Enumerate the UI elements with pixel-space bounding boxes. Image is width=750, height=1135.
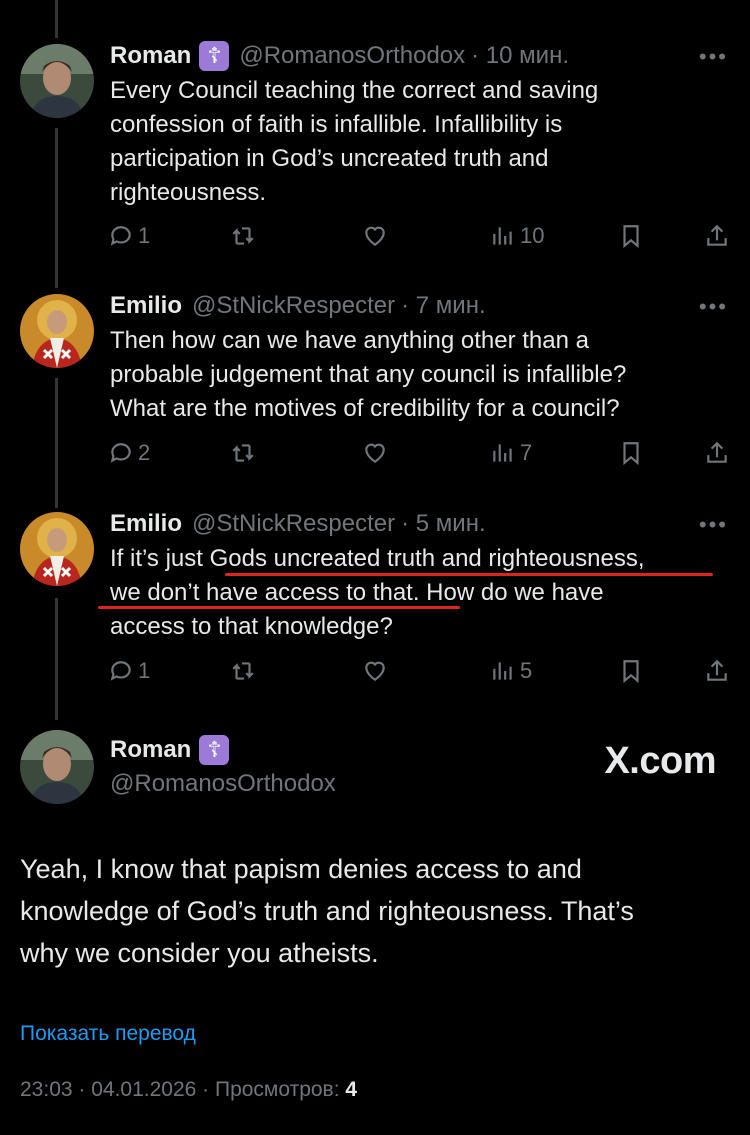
share-icon xyxy=(707,659,727,681)
share-button[interactable] xyxy=(704,440,730,466)
like-icon xyxy=(365,443,385,463)
text-line: we don’t have access to that. How do we … xyxy=(110,579,604,606)
views-count: 4 xyxy=(345,1078,358,1101)
author-name[interactable]: Roman xyxy=(110,736,191,764)
tweet-meta: 23:03 · 04.01.2026 · Просмотров: 4 xyxy=(20,1078,357,1102)
views-count: 5 xyxy=(520,658,533,683)
author-handle[interactable]: @StNickRespecter xyxy=(192,292,395,320)
retweet-icon xyxy=(232,662,254,680)
reply-button[interactable]: 1 xyxy=(108,658,150,684)
tweet[interactable]: Roman ☦ @RomanosOrthodox · 10 мин. ••• E… xyxy=(0,40,750,280)
text-line: why we consider you atheists. xyxy=(20,938,379,968)
thread-line xyxy=(55,0,58,38)
avatar[interactable] xyxy=(20,44,94,118)
retweet-button[interactable] xyxy=(230,658,256,684)
retweet-icon xyxy=(232,444,254,462)
tweet-actions: 1 10 xyxy=(108,223,730,255)
tweet-actions: 2 7 xyxy=(108,440,730,472)
like-button[interactable] xyxy=(362,658,388,684)
author-handle[interactable]: @RomanosOrthodox xyxy=(239,42,465,70)
tweet-time[interactable]: · 5 мин. xyxy=(401,510,486,538)
author-name[interactable]: Emilio xyxy=(110,510,182,538)
retweet-button[interactable] xyxy=(230,223,256,249)
views-icon xyxy=(493,227,512,245)
views-button[interactable]: 10 xyxy=(490,223,544,249)
avatar[interactable] xyxy=(20,294,94,368)
author-handle[interactable]: @RomanosOrthodox xyxy=(110,770,336,798)
text-line: knowledge of God’s truth and righteousne… xyxy=(20,896,634,926)
reply-button[interactable]: 2 xyxy=(108,440,150,466)
tweet-text: If it’s just Gods uncreated truth and ri… xyxy=(110,542,730,644)
xcom-watermark: X.com xyxy=(604,740,716,782)
share-button[interactable] xyxy=(704,223,730,249)
bookmark-button[interactable] xyxy=(618,658,644,684)
reply-count: 1 xyxy=(138,223,151,248)
reply-icon xyxy=(110,443,131,463)
text-line: righteousness. xyxy=(110,179,267,206)
avatar[interactable] xyxy=(20,730,94,804)
views-icon xyxy=(493,662,512,680)
author-name[interactable]: Roman xyxy=(110,42,191,70)
show-translation-link[interactable]: Показать перевод xyxy=(20,1022,196,1046)
reply-icon xyxy=(110,226,131,246)
tweet[interactable]: Emilio @StNickRespecter · 5 мин. ••• If … xyxy=(0,508,750,708)
retweet-icon xyxy=(232,227,254,245)
more-icon[interactable]: ••• xyxy=(699,44,728,70)
text-line: access to that knowledge? xyxy=(110,613,393,640)
reply-icon xyxy=(110,661,131,681)
bookmark-icon xyxy=(623,442,639,466)
author-handle[interactable]: @StNickRespecter xyxy=(192,510,395,538)
bookmark-icon xyxy=(623,660,639,684)
tweet-text: Then how can we have anything other than… xyxy=(110,324,730,426)
text-line: Every Council teaching the correct and s… xyxy=(110,77,599,104)
reply-button[interactable]: 1 xyxy=(108,223,150,249)
tweet-header: Emilio @StNickRespecter · 7 мин. xyxy=(110,290,486,322)
tweet-header: Roman ☦ xyxy=(110,734,239,766)
bookmark-button[interactable] xyxy=(618,440,644,466)
share-button[interactable] xyxy=(704,658,730,684)
reply-count: 2 xyxy=(138,440,151,465)
timestamp[interactable]: 23:03 · 04.01.2026 · Просмотров: xyxy=(20,1078,340,1101)
tweet-time[interactable]: · 7 мин. xyxy=(401,292,486,320)
tweet-header: Emilio @StNickRespecter · 5 мин. xyxy=(110,508,486,540)
tweet-time[interactable]: · 10 мин. xyxy=(471,42,569,70)
like-icon xyxy=(365,226,385,246)
retweet-button[interactable] xyxy=(230,440,256,466)
text-line: probable judgement that any council is i… xyxy=(110,361,627,388)
views-button[interactable]: 7 xyxy=(490,440,532,466)
orthodox-cross-badge-icon: ☦ xyxy=(199,735,230,765)
text-line: If it’s just Gods uncreated truth and ri… xyxy=(110,545,645,572)
tweet-text: Every Council teaching the correct and s… xyxy=(110,74,730,210)
main-tweet-text: Yeah, I know that papism denies access t… xyxy=(20,848,720,974)
share-icon xyxy=(707,224,727,246)
views-count: 7 xyxy=(520,440,533,465)
orthodox-cross-badge-icon: ☦ xyxy=(199,41,230,71)
tweet-actions: 1 5 xyxy=(108,658,730,690)
reply-count: 1 xyxy=(138,658,151,683)
text-line: Then how can we have anything other than… xyxy=(110,327,589,354)
text-line: confession of faith is infallible. Infal… xyxy=(110,111,563,138)
highlight-underline xyxy=(98,606,460,609)
more-icon[interactable]: ••• xyxy=(699,512,728,538)
views-count: 10 xyxy=(520,223,545,248)
bookmark-icon xyxy=(623,225,639,249)
tweet[interactable]: Emilio @StNickRespecter · 7 мин. ••• The… xyxy=(0,290,750,490)
text-line: participation in God’s uncreated truth a… xyxy=(110,145,549,172)
text-line: Yeah, I know that papism denies access t… xyxy=(20,854,582,884)
like-button[interactable] xyxy=(362,440,388,466)
text-line: What are the motives of credibility for … xyxy=(110,395,620,422)
share-icon xyxy=(707,441,727,463)
author-name[interactable]: Emilio xyxy=(110,292,182,320)
highlight-underline xyxy=(225,573,713,576)
avatar[interactable] xyxy=(20,512,94,586)
views-button[interactable]: 5 xyxy=(490,658,532,684)
like-icon xyxy=(365,661,385,681)
tweet-header: Roman ☦ @RomanosOrthodox · 10 мин. xyxy=(110,40,569,72)
like-button[interactable] xyxy=(362,223,388,249)
bookmark-button[interactable] xyxy=(618,223,644,249)
views-icon xyxy=(493,444,512,462)
more-icon[interactable]: ••• xyxy=(699,294,728,320)
